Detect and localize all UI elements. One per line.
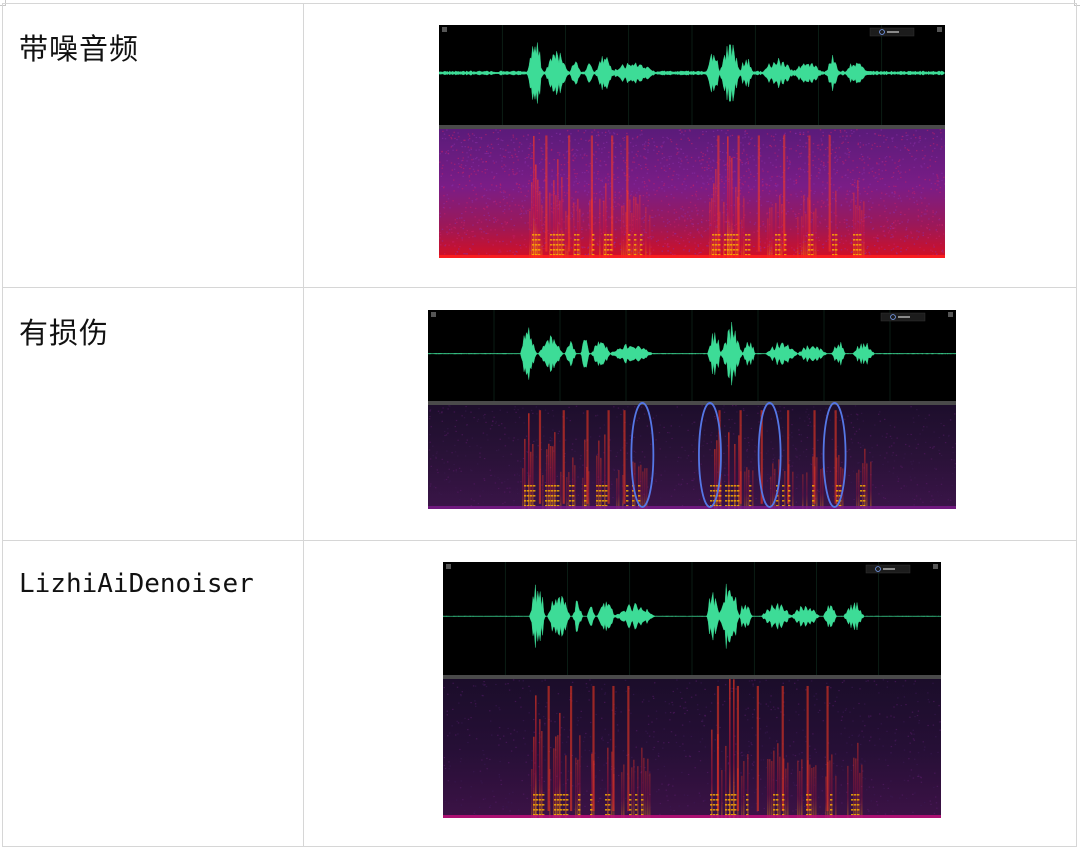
image-cell <box>303 287 1077 541</box>
row-label-damaged: 有损伤 <box>19 316 110 350</box>
image-cell <box>303 540 1077 847</box>
row-label-denoised: LizhiAiDenoiser <box>19 569 254 599</box>
table-row-damaged: 有损伤 <box>2 287 1077 541</box>
label-cell: 带噪音频 <box>2 3 304 288</box>
document-page: 带噪音频 有损伤 LizhiAiDenoiser <box>0 0 1080 850</box>
audio-editor-render <box>443 562 941 818</box>
image-cell <box>303 3 1077 288</box>
table-row-denoised: LizhiAiDenoiser <box>2 540 1077 847</box>
label-cell: LizhiAiDenoiser <box>2 540 304 847</box>
audio-editor-render <box>428 310 956 509</box>
label-cell: 有损伤 <box>2 287 304 541</box>
comparison-table: 带噪音频 有损伤 LizhiAiDenoiser <box>2 3 1077 847</box>
audio-view-denoised <box>443 562 941 818</box>
audio-view-noisy <box>439 25 945 258</box>
audio-view-damaged <box>428 310 956 509</box>
table-row-noisy: 带噪音频 <box>2 3 1077 288</box>
row-label-noisy: 带噪音频 <box>19 32 140 66</box>
audio-editor-render <box>439 25 945 258</box>
